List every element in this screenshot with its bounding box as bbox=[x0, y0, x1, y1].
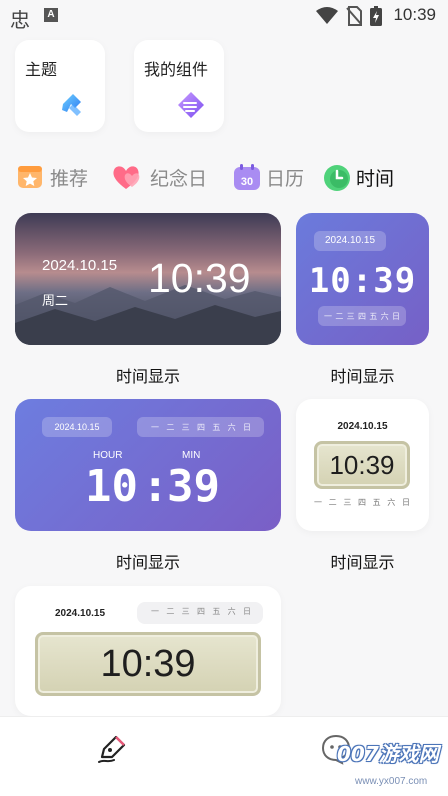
widget-time: 10:39 bbox=[329, 450, 395, 480]
tab-time-label: 时间 bbox=[356, 167, 395, 190]
widget-hours: 10 bbox=[85, 461, 138, 512]
weekday-label: 四 bbox=[357, 498, 366, 507]
my-widgets-shortcut-label: 我的组件 bbox=[144, 60, 209, 79]
weekday-label: 日 bbox=[391, 311, 400, 321]
theme-shortcut-label: 主题 bbox=[25, 60, 58, 79]
purple-digital-clock-widget-large[interactable]: 2024.10.15 一 二 三 四 五 六 日 HOUR MIN 10 : 3… bbox=[15, 399, 281, 531]
calendar-icon-number: 30 bbox=[241, 176, 253, 188]
widget-date: 2024.10.15 bbox=[42, 257, 118, 274]
battery-icon bbox=[370, 6, 382, 26]
weekday-label: 三 bbox=[181, 422, 190, 432]
weekday-label: 日 bbox=[242, 607, 251, 616]
widget-time: 10:39 bbox=[148, 255, 251, 301]
tab-anniversary-label: 纪念日 bbox=[150, 167, 208, 190]
widget-layers-icon bbox=[178, 92, 204, 118]
widget-minutes: 39 bbox=[167, 461, 220, 512]
widget-weekday: 周二 bbox=[42, 294, 69, 309]
weekday-label: 日 bbox=[401, 498, 410, 507]
weekday-label: 五 bbox=[212, 607, 221, 616]
weekday-label: 一 bbox=[314, 498, 322, 507]
a-notification-icon: A bbox=[44, 8, 58, 22]
weekday-label: 一 bbox=[151, 607, 159, 616]
tab-recommend-label: 推荐 bbox=[50, 167, 89, 190]
heart-icon bbox=[113, 166, 140, 189]
weekday-label: 二 bbox=[166, 607, 175, 616]
widget-date: 2024.10.15 bbox=[314, 231, 386, 251]
weekday-label: 四 bbox=[196, 422, 205, 432]
weekday-label: 六 bbox=[227, 607, 236, 616]
weekday-label: 二 bbox=[328, 498, 337, 507]
weekday-label: 一 bbox=[324, 311, 332, 321]
widget-caption: 时间显示 bbox=[330, 367, 395, 386]
theme-shortcut-card[interactable]: 主题 bbox=[15, 40, 105, 132]
nav-create-pen-icon[interactable] bbox=[96, 733, 128, 765]
calendar-30-icon: 30 bbox=[234, 164, 260, 190]
weekday-label: 六 bbox=[380, 311, 389, 321]
lcd-clock-widget-small[interactable]: 2024.10.15 10:39 一 二 三 四 五 六 日 bbox=[296, 399, 429, 531]
widget-date: 2024.10.15 bbox=[337, 421, 388, 432]
weekday-label: 五 bbox=[372, 498, 381, 507]
weekday-label: 三 bbox=[346, 311, 355, 321]
weekday-label: 二 bbox=[335, 311, 344, 321]
weekday-row: 一 二 三 四 五 六 日 bbox=[151, 417, 251, 437]
weekday-row: 一 二 三 四 五 六 日 bbox=[314, 497, 410, 508]
tab-anniversary[interactable]: 纪念日 bbox=[106, 160, 207, 194]
tab-time[interactable]: 时间 bbox=[322, 160, 394, 194]
clock-icon bbox=[324, 165, 350, 191]
widget-caption: 时间显示 bbox=[330, 553, 395, 572]
weekday-label: 六 bbox=[227, 422, 236, 432]
lcd-clock-widget-large[interactable]: 2024.10.15 一 二 三 四 五 六 日 10:39 bbox=[15, 586, 281, 716]
minute-label: MIN bbox=[182, 450, 201, 461]
app-notification-icon: 忠 bbox=[10, 8, 30, 32]
weekday-label: 二 bbox=[166, 422, 175, 432]
wifi-icon bbox=[316, 7, 338, 24]
weekday-label: 三 bbox=[181, 607, 190, 616]
weekday-label: 日 bbox=[242, 422, 251, 432]
tab-calendar-label: 日历 bbox=[266, 167, 305, 190]
purple-digital-clock-widget-small[interactable]: 2024.10.15 10:39 一 二 三 四 五 六 日 bbox=[296, 213, 429, 345]
widget-separator: : bbox=[142, 461, 169, 512]
tab-calendar[interactable]: 30 日历 bbox=[232, 160, 304, 194]
widget-date: 2024.10.15 bbox=[55, 608, 106, 619]
no-sim-icon bbox=[346, 6, 362, 26]
weekday-label: 四 bbox=[357, 311, 366, 321]
widget-time: 10:39 bbox=[308, 261, 417, 301]
weekday-row: 一 二 三 四 五 六 日 bbox=[151, 606, 251, 617]
weekday-row: 一 二 三 四 五 六 日 bbox=[324, 306, 400, 326]
watermark-logo-text: 007游戏网 bbox=[337, 742, 439, 766]
widget-caption: 时间显示 bbox=[115, 367, 180, 386]
lcd-screen: 10:39 bbox=[314, 441, 410, 489]
watermark-url: www.yx007.com bbox=[355, 776, 428, 787]
weekday-label: 五 bbox=[369, 311, 378, 321]
tab-recommend[interactable]: 推荐 bbox=[16, 160, 88, 194]
lcd-screen: 10:39 bbox=[35, 632, 261, 696]
weekday-label: 五 bbox=[212, 422, 221, 432]
status-bar: 忠 A 10:39 bbox=[0, 0, 448, 32]
weekday-label: 四 bbox=[196, 607, 205, 616]
hour-label: HOUR bbox=[93, 450, 123, 461]
weekday-label: 三 bbox=[343, 498, 352, 507]
status-time: 10:39 bbox=[393, 5, 436, 24]
landscape-clock-widget[interactable]: 2024.10.15 周二 10:39 bbox=[15, 213, 281, 345]
theme-brush-icon bbox=[62, 94, 81, 116]
widget-time: 10:39 bbox=[100, 643, 196, 685]
widget-date: 2024.10.15 bbox=[42, 417, 112, 437]
weekday-label: 一 bbox=[151, 422, 159, 432]
weekday-label: 六 bbox=[387, 498, 396, 507]
my-widgets-shortcut-card[interactable]: 我的组件 bbox=[134, 40, 224, 132]
widget-caption: 时间显示 bbox=[115, 553, 180, 572]
star-icon bbox=[18, 166, 42, 188]
